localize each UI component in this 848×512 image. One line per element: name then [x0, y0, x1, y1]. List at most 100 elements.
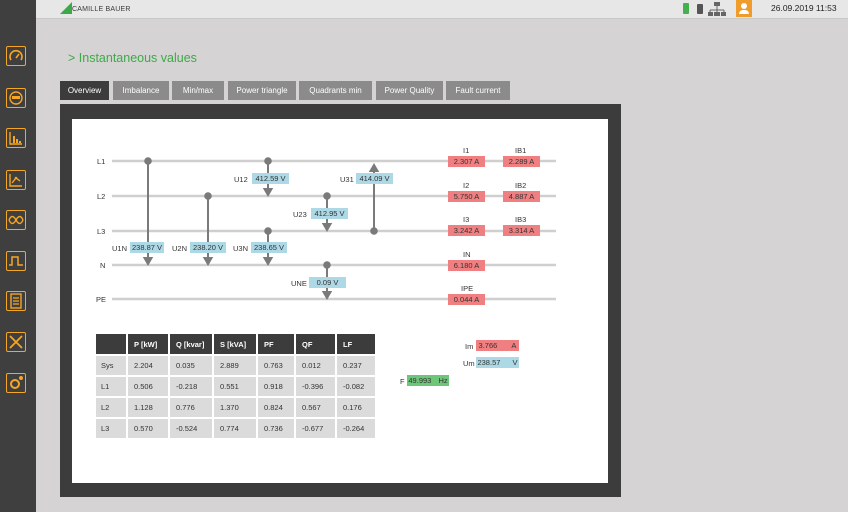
table-cell: 0.776: [169, 396, 214, 418]
line-label-l3: L3: [97, 227, 106, 236]
im-readout: 3.766 A: [476, 340, 519, 351]
um-unit: V: [512, 358, 518, 367]
tab-power-quality[interactable]: Power Quality: [376, 81, 443, 100]
f-unit: Hz: [438, 376, 448, 385]
table-cell: -0.218: [169, 375, 214, 397]
i3-label: I3: [463, 215, 470, 224]
ib2-value: 4.887 A: [503, 191, 540, 202]
list-icon[interactable]: [6, 291, 26, 311]
f-label: F: [400, 377, 405, 386]
table-cell: 0.570: [127, 417, 170, 438]
table-cell: 0.035: [169, 354, 214, 376]
une-value: 0.09 V: [309, 277, 346, 288]
line-label-l2: L2: [97, 192, 106, 201]
table-cell: 0.763: [257, 354, 296, 376]
gauge-icon[interactable]: [6, 46, 26, 66]
table-cell: 0.567: [295, 396, 337, 418]
power-table: P [kW] Q [kvar] S [kVA] PF QF LF Sys 2.2…: [96, 334, 377, 438]
user-icon[interactable]: [736, 0, 752, 17]
table-cell: 2.889: [213, 354, 258, 376]
table-cell: -0.264: [336, 417, 377, 438]
ib3-value: 3.314 A: [503, 225, 540, 236]
table-cell: -0.396: [295, 375, 337, 397]
ib3-label: IB3: [515, 215, 527, 224]
u3n-value: 238.65 V: [251, 242, 287, 253]
u1n-value: 238.87 V: [130, 242, 164, 253]
pulse-icon[interactable]: [6, 251, 26, 271]
battery-icon: [683, 3, 689, 14]
tab-quadrants-min[interactable]: Quadrants min: [299, 81, 372, 100]
network-diagram: [112, 157, 556, 301]
table-cell: 2.204: [127, 354, 170, 376]
table-row: L3 0.570 -0.524 0.774 0.736 -0.677 -0.26…: [96, 417, 377, 438]
sidebar: [0, 0, 36, 512]
table-cell: 0.176: [336, 396, 377, 418]
table-header-cell: Q [kvar]: [169, 334, 214, 355]
meter-icon[interactable]: [6, 88, 26, 108]
table-row: Sys 2.204 0.035 2.889 0.763 0.012 0.237: [96, 354, 377, 376]
im-value: 3.766: [478, 341, 498, 350]
table-cell: -0.677: [295, 417, 337, 438]
um-label: Um: [463, 359, 475, 368]
tab-imbalance[interactable]: Imbalance: [113, 81, 169, 100]
network-icon: [708, 2, 726, 16]
im-unit: A: [511, 341, 517, 350]
ipe-label: IPE: [461, 284, 474, 293]
table-header-cell: P [kW]: [127, 334, 170, 355]
table-cell: 1.370: [213, 396, 258, 418]
table-cell: 1.128: [127, 396, 170, 418]
table-header-row: P [kW] Q [kvar] S [kVA] PF QF LF: [96, 334, 377, 355]
table-row: L2 1.128 0.776 1.370 0.824 0.567 0.176: [96, 396, 377, 418]
u23-label: U23: [293, 210, 307, 219]
u12-value: 412.59 V: [252, 173, 289, 184]
i2-label: I2: [463, 181, 470, 190]
table-header-cell: [96, 334, 128, 355]
u2n-value: 238.20 V: [190, 242, 226, 253]
logo-triangle-icon: [60, 2, 72, 14]
ib2-label: IB2: [515, 181, 527, 190]
u3n-label: U3N: [233, 244, 249, 253]
table-header-cell: QF: [295, 334, 337, 355]
table-cell: 0.918: [257, 375, 296, 397]
u31-value: 414.09 V: [356, 173, 393, 184]
tab-overview[interactable]: Overview: [60, 81, 109, 100]
ib1-label: IB1: [515, 146, 527, 155]
table-cell: 0.824: [257, 396, 296, 418]
brand-name: CAMILLE BAUER: [72, 6, 131, 13]
table-cell: 0.551: [213, 375, 258, 397]
tools-icon[interactable]: [6, 332, 26, 352]
table-cell: 0.506: [127, 375, 170, 397]
i3-value: 3.242 A: [448, 225, 485, 236]
une-label: UNE: [291, 279, 307, 288]
tab-min-max[interactable]: Min/max: [172, 81, 224, 100]
page-title: > Instantaneous values: [68, 51, 197, 65]
u1n-label: U1N: [112, 244, 128, 253]
ipe-value: 0.044 A: [448, 294, 485, 305]
table-cell: 0.012: [295, 354, 337, 376]
um-value: 238.57: [477, 358, 501, 367]
line-label-pe: PE: [96, 295, 107, 304]
top-bar: CAMILLE BAUER 26.09.2019 11:53: [0, 0, 848, 19]
i2-value: 5.750 A: [448, 191, 485, 202]
table-header-cell: LF: [336, 334, 377, 355]
table-cell: Sys: [96, 354, 128, 376]
table-cell: L2: [96, 396, 128, 418]
bar-chart-icon[interactable]: [6, 128, 26, 148]
u23-value: 412.95 V: [311, 208, 348, 219]
trend-icon[interactable]: [6, 170, 26, 190]
tab-power-triangle[interactable]: Power triangle: [228, 81, 296, 100]
table-cell: L3: [96, 417, 128, 438]
f-value: 49.993: [408, 376, 432, 385]
im-label: Im: [465, 342, 474, 351]
ib1-value: 2.289 A: [503, 156, 540, 167]
tab-fault-current[interactable]: Fault current: [446, 81, 510, 100]
datetime: 26.09.2019 11:53: [771, 3, 837, 13]
sd-card-icon: [697, 4, 703, 14]
table-cell: 0.774: [213, 417, 258, 438]
waveform-icon[interactable]: [6, 210, 26, 230]
u12-label: U12: [234, 175, 248, 184]
settings-icon[interactable]: [6, 373, 26, 393]
in-value: 6.180 A: [448, 260, 485, 271]
in-label: IN: [463, 250, 471, 259]
table-cell: 0.237: [336, 354, 377, 376]
